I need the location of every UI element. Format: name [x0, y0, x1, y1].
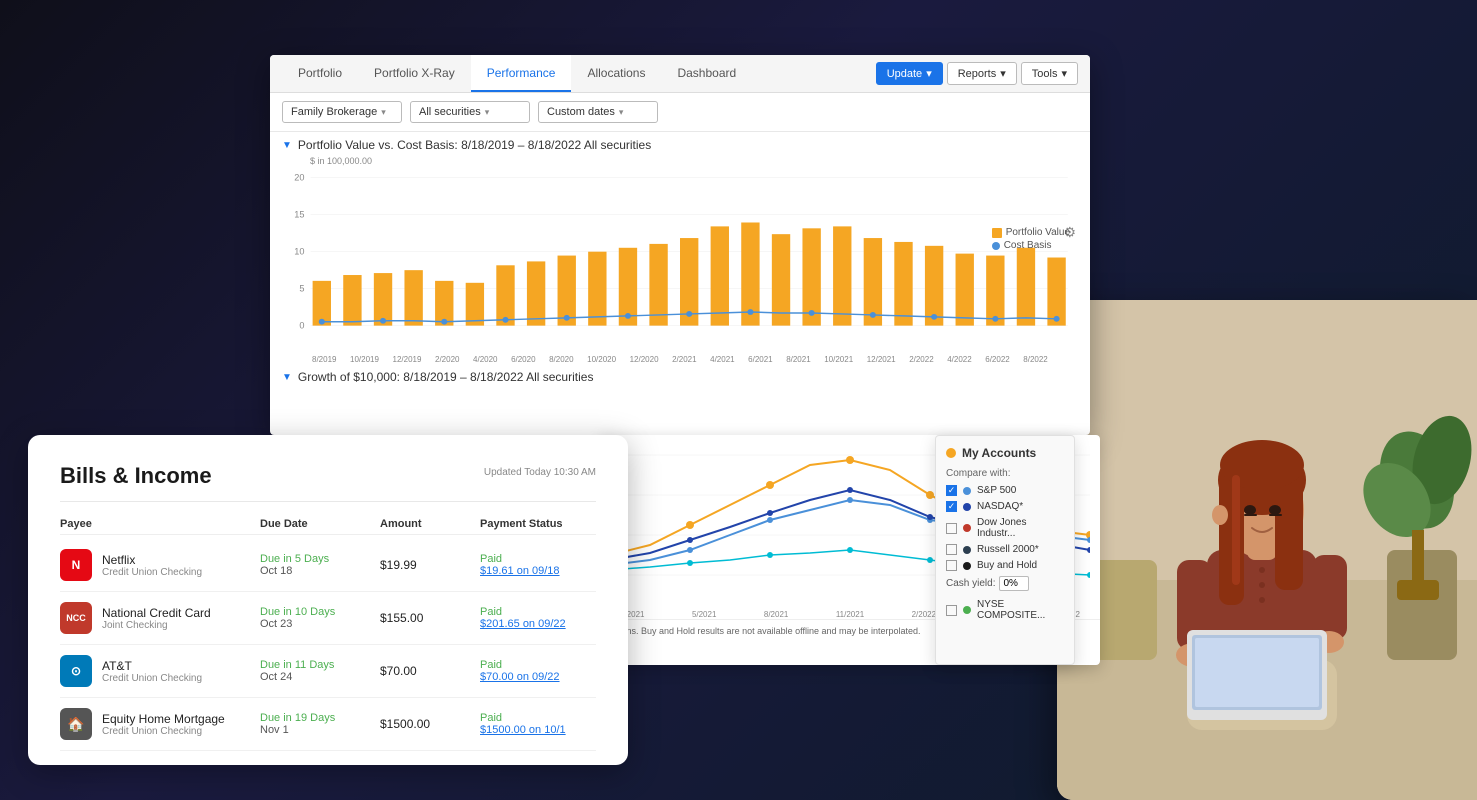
- bills-panel: Bills & Income Updated Today 10:30 AM Pa…: [28, 435, 628, 765]
- amount-cell: $155.00: [380, 611, 480, 625]
- due-date-cell: Due in 11 Days Oct 24: [260, 659, 380, 683]
- sp500-checkbox[interactable]: ✓: [946, 485, 957, 496]
- svg-text:5: 5: [299, 284, 304, 294]
- compare-item-russell: Russell 2000*: [946, 544, 1064, 555]
- portfolio-chart-title: ▼ Portfolio Value vs. Cost Basis: 8/18/2…: [282, 138, 1078, 152]
- account-select[interactable]: Family Brokerage ▾: [282, 101, 402, 123]
- payee-cell: 🏠 Equity Home Mortgage Credit Union Chec…: [60, 708, 260, 740]
- buyhold-checkbox[interactable]: [946, 560, 957, 571]
- netflix-logo: N: [60, 549, 92, 581]
- payee-info: Equity Home Mortgage Credit Union Checki…: [102, 712, 225, 737]
- nyse-item: NYSE COMPOSITE...: [946, 599, 1064, 621]
- bills-row: 🏠 Equity Home Mortgage Credit Union Chec…: [60, 698, 596, 751]
- nyse-checkbox[interactable]: [946, 605, 957, 616]
- sp500-dot: [963, 487, 971, 495]
- growth-chevron-icon: ▼: [282, 372, 292, 383]
- dropdown-arrow-icon: ▾: [1061, 67, 1067, 80]
- update-button[interactable]: Update ▾: [876, 62, 943, 85]
- dropdown-arrow-icon: ▾: [926, 67, 932, 80]
- bills-divider: [60, 501, 596, 502]
- woman-illustration: [1057, 300, 1477, 800]
- bills-row: ⊙ AT&T Credit Union Checking Due in 11 D…: [60, 645, 596, 698]
- tab-performance[interactable]: Performance: [471, 55, 572, 92]
- tab-allocations[interactable]: Allocations: [571, 55, 661, 92]
- compare-title: My Accounts: [946, 446, 1064, 460]
- securities-select[interactable]: All securities ▾: [410, 101, 530, 123]
- russell-checkbox[interactable]: [946, 544, 957, 555]
- tab-bar: Portfolio Portfolio X-Ray Performance Al…: [270, 55, 1090, 93]
- compare-item-nasdaq: ✓ NASDAQ*: [946, 501, 1064, 512]
- dropdown-arrow-icon: ▾: [1000, 67, 1006, 80]
- amount-cell: $19.99: [380, 558, 480, 572]
- bills-title: Bills & Income: [60, 463, 212, 489]
- account-dropdown-arrow: ▾: [381, 107, 386, 118]
- tab-portfolio[interactable]: Portfolio: [282, 55, 358, 92]
- payee-info: National Credit Card Joint Checking: [102, 606, 211, 631]
- due-date-cell: Due in 10 Days Oct 23: [260, 606, 380, 630]
- bills-table-header: Payee Due Date Amount Payment Status: [60, 514, 596, 535]
- tab-portfolio-xray[interactable]: Portfolio X-Ray: [358, 55, 471, 92]
- payee-cell: ⊙ AT&T Credit Union Checking: [60, 655, 260, 687]
- compare-with-label: Compare with:: [946, 468, 1064, 479]
- amount-cell: $70.00: [380, 664, 480, 678]
- portfolio-value-legend-color: [992, 228, 1002, 238]
- buyhold-dot: [963, 562, 971, 570]
- reports-button[interactable]: Reports ▾: [947, 62, 1017, 85]
- my-accounts-dot: [946, 448, 956, 458]
- dow-checkbox[interactable]: [946, 523, 957, 534]
- compare-panel: My Accounts Compare with: ✓ S&P 500 ✓ NA…: [935, 435, 1075, 665]
- dow-dot: [963, 524, 971, 532]
- bills-row: N Netflix Credit Union Checking Due in 5…: [60, 539, 596, 592]
- portfolio-bar-chart: 20 15 10 5 0: [282, 168, 1078, 348]
- due-date-cell: Due in 5 Days Oct 18: [260, 553, 380, 577]
- national-cc-logo: NCC: [60, 602, 92, 634]
- tools-button[interactable]: Tools ▾: [1021, 62, 1078, 85]
- nasdaq-dot: [963, 503, 971, 511]
- compare-item-sp500: ✓ S&P 500: [946, 485, 1064, 496]
- payee-cell: N Netflix Credit Union Checking: [60, 549, 260, 581]
- tab-dashboard[interactable]: Dashboard: [661, 55, 752, 92]
- filter-bar: Family Brokerage ▾ All securities ▾ Cust…: [270, 93, 1090, 132]
- cash-yield-input[interactable]: [999, 576, 1029, 591]
- russell-dot: [963, 546, 971, 554]
- bills-row: NCC National Credit Card Joint Checking …: [60, 592, 596, 645]
- svg-text:10: 10: [294, 247, 304, 257]
- cost-basis-legend-color: [992, 242, 1000, 250]
- equity-logo: 🏠: [60, 708, 92, 740]
- x-axis-labels: 8/201910/201912/20192/2020 4/20206/20208…: [282, 353, 1078, 364]
- amount-cell: $1500.00: [380, 717, 480, 731]
- photo-background: [1057, 300, 1477, 800]
- securities-dropdown-arrow: ▾: [485, 107, 490, 118]
- photo-panel: [1057, 300, 1477, 800]
- dates-select[interactable]: Custom dates ▾: [538, 101, 658, 123]
- status-cell: Paid $201.65 on 09/22: [480, 606, 628, 630]
- tab-actions: Update ▾ Reports ▾ Tools ▾: [876, 62, 1078, 85]
- compare-item-dow: Dow Jones Industr...: [946, 517, 1064, 539]
- compare-item-buyhold: Buy and Hold: [946, 560, 1064, 571]
- nasdaq-checkbox[interactable]: ✓: [946, 501, 957, 512]
- chart-legend: Portfolio Value Cost Basis: [992, 227, 1070, 253]
- chevron-icon: ▼: [282, 140, 292, 151]
- y-axis-label: $ in 100,000.00: [310, 156, 1078, 166]
- svg-text:20: 20: [294, 173, 304, 183]
- payee-info: AT&T Credit Union Checking: [102, 659, 202, 684]
- tabs: Portfolio Portfolio X-Ray Performance Al…: [282, 55, 752, 92]
- status-cell: Paid $19.61 on 09/18: [480, 553, 628, 577]
- payee-info: Netflix Credit Union Checking: [102, 553, 202, 578]
- svg-text:15: 15: [294, 210, 304, 220]
- due-date-cell: Due in 19 Days Nov 1: [260, 712, 380, 736]
- status-cell: Paid $70.00 on 09/22: [480, 659, 628, 683]
- payee-cell: NCC National Credit Card Joint Checking: [60, 602, 260, 634]
- dates-dropdown-arrow: ▾: [619, 107, 624, 118]
- cash-yield-row: Cash yield:: [946, 576, 1064, 591]
- performance-panel: Portfolio Portfolio X-Ray Performance Al…: [270, 55, 1090, 435]
- bills-header: Bills & Income Updated Today 10:30 AM: [60, 463, 596, 489]
- status-cell: Paid $1500.00 on 10/1: [480, 712, 628, 736]
- growth-chart-title: ▼ Growth of $10,000: 8/18/2019 – 8/18/20…: [270, 364, 1090, 384]
- bills-updated: Updated Today 10:30 AM: [484, 467, 596, 478]
- svg-text:0: 0: [299, 321, 304, 331]
- nyse-dot: [963, 606, 971, 614]
- att-logo: ⊙: [60, 655, 92, 687]
